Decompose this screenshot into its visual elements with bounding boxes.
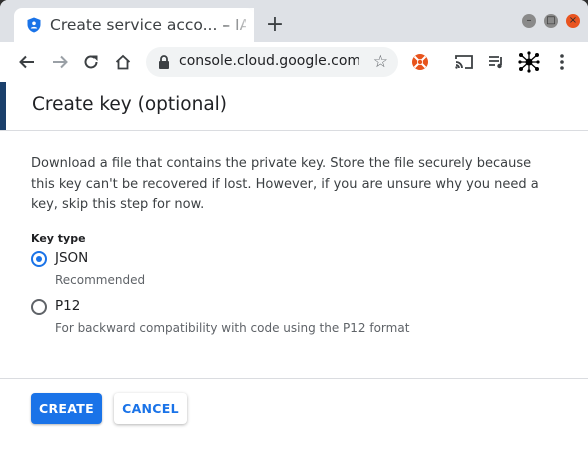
lock-icon [159,55,169,69]
json-option-sublabel: Recommended [55,273,146,287]
media-control-button[interactable] [482,48,510,76]
page-header: Create key (optional) [0,82,588,131]
reload-icon [84,55,98,69]
left-accent-bar [0,82,6,130]
extension-lifebuoy-icon [412,54,428,70]
close-icon: × [568,15,578,26]
p12-option-label[interactable]: P12 [55,298,80,314]
key-type-label: Key type [31,232,86,245]
new-tab-button[interactable]: + [264,14,286,36]
extension-hub-button[interactable] [515,48,543,76]
page-content: Create key (optional) Download a file th… [0,82,588,454]
home-icon [115,54,131,70]
json-option-label[interactable]: JSON [55,250,88,266]
key-description: Download a file that contains the privat… [31,156,539,212]
extension-button[interactable] [406,48,434,76]
url-text: console.cloud.google.com... [179,53,359,69]
json-radio[interactable] [31,251,47,267]
browser-window: Create service acco... – IAM + – □ × con… [0,0,588,454]
footer-divider [0,378,588,379]
reload-button[interactable] [77,48,105,76]
close-window-button[interactable]: × [566,14,580,28]
browser-tab[interactable]: Create service acco... – IAM [14,8,254,42]
shield-icon [27,17,41,33]
p12-option-sublabel: For backward compatibility with code usi… [55,321,410,335]
minimize-icon: – [526,15,532,26]
address-bar[interactable]: console.cloud.google.com... ☆ [146,47,398,77]
create-button[interactable]: CREATE [31,393,102,424]
tab-title: Create service acco... – IAM [50,16,246,34]
maximize-button[interactable]: □ [544,14,558,28]
tab-title-fade [224,8,254,42]
window-controls: – □ × [522,14,580,28]
back-arrow-icon [19,55,34,69]
network-hub-icon [518,51,540,73]
cancel-button[interactable]: CANCEL [114,393,187,424]
kebab-menu-icon [560,54,564,70]
home-button[interactable] [109,48,137,76]
maximize-icon: □ [546,15,556,26]
tab-strip: Create service acco... – IAM + – □ × [0,0,588,42]
page-title: Create key (optional) [32,94,228,115]
forward-button[interactable] [46,48,74,76]
forward-arrow-icon [53,55,68,69]
p12-radio[interactable] [31,299,47,315]
cast-button[interactable] [450,48,478,76]
queue-music-icon [489,56,502,69]
cast-icon [455,55,473,69]
back-button[interactable] [13,48,41,76]
browser-toolbar: console.cloud.google.com... ☆ [0,42,588,83]
bookmark-star-icon[interactable]: ☆ [373,52,388,72]
browser-menu-button[interactable] [548,48,576,76]
minimize-button[interactable]: – [522,14,536,28]
